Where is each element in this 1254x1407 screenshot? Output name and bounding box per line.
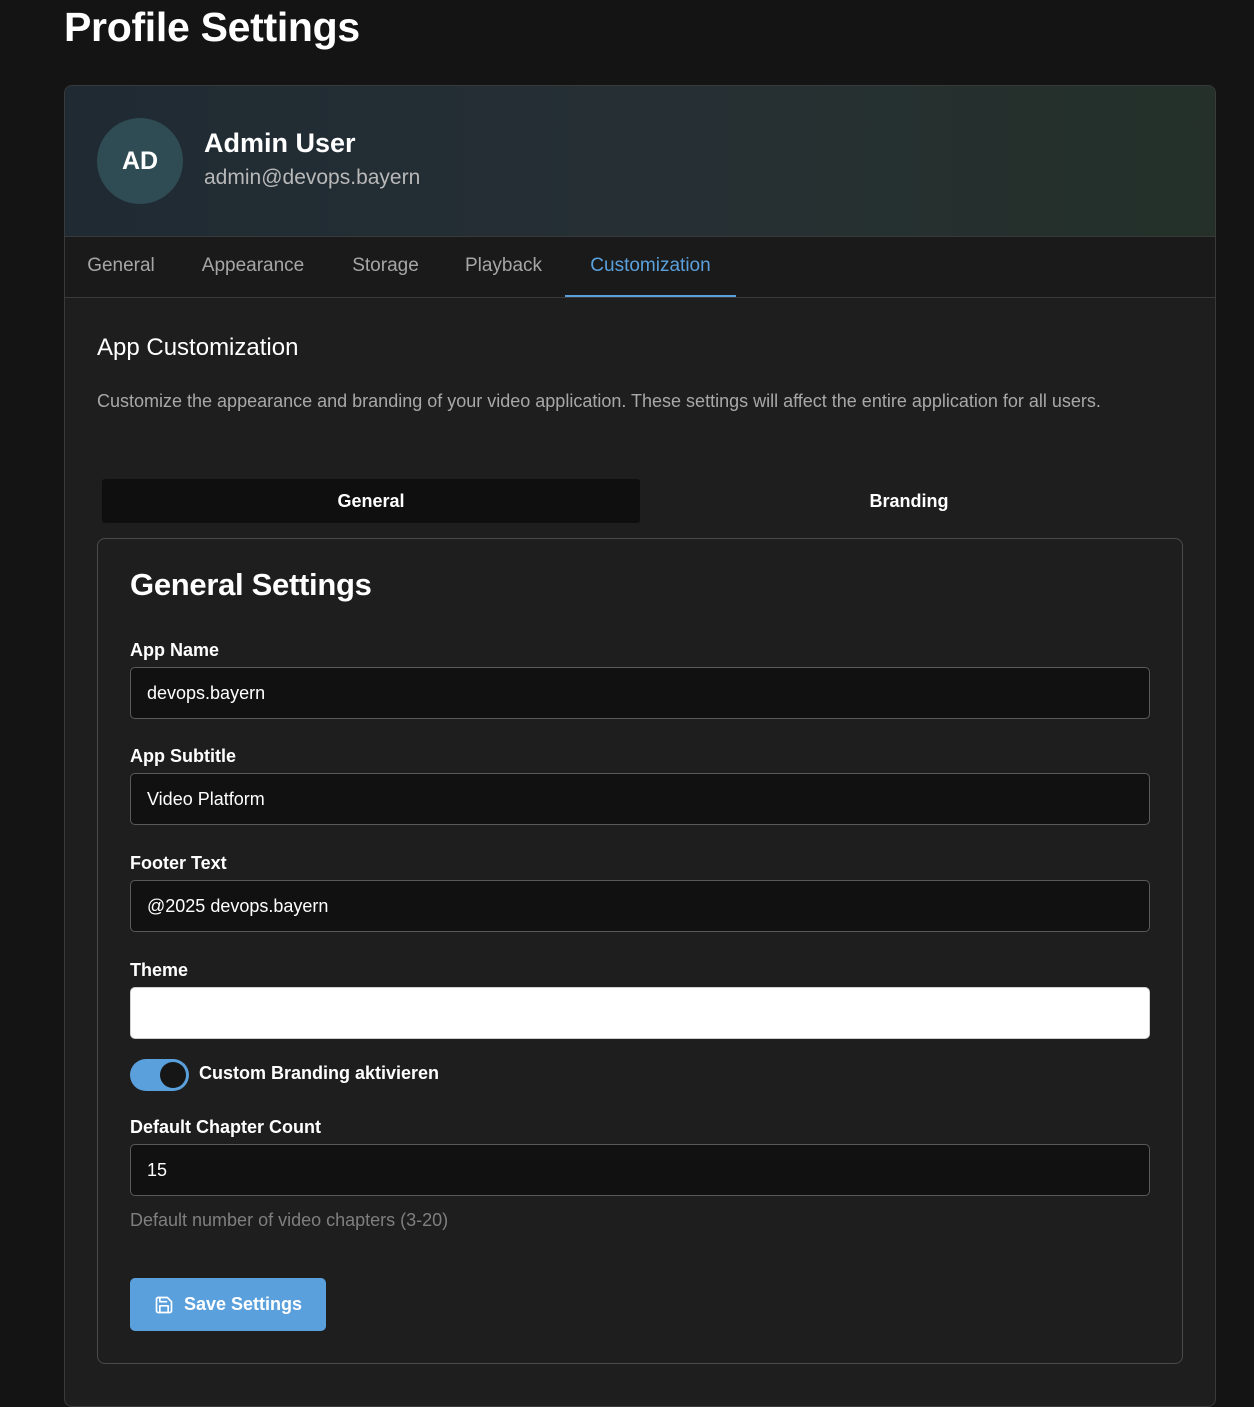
custom-branding-label: Custom Branding aktivieren (199, 1063, 440, 1083)
subtab-branding[interactable]: Branding (640, 479, 1178, 523)
theme-input[interactable] (130, 987, 1150, 1039)
app-subtitle-input[interactable] (130, 773, 1150, 825)
tab-customization[interactable]: Customization (565, 237, 736, 297)
customization-subtabs: General Branding (102, 479, 1178, 523)
save-settings-button[interactable]: Save Settings (130, 1278, 326, 1331)
save-icon (155, 1296, 173, 1313)
general-settings-title: General Settings (130, 567, 372, 602)
tab-general[interactable]: General (65, 237, 177, 297)
chapter-count-label: Default Chapter Count (130, 1117, 321, 1137)
save-settings-label: Save Settings (183, 1294, 303, 1314)
general-settings-card: General Settings App Name App Subtitle F… (97, 538, 1183, 1364)
tab-appearance[interactable]: Appearance (177, 237, 329, 297)
subtab-general[interactable]: General (102, 479, 640, 523)
chapter-count-input[interactable] (130, 1144, 1150, 1196)
app-subtitle-label: App Subtitle (130, 746, 236, 766)
custom-branding-toggle[interactable] (130, 1059, 189, 1091)
tab-storage[interactable]: Storage (329, 237, 442, 297)
tab-playback[interactable]: Playback (442, 237, 565, 297)
footer-text-input[interactable] (130, 880, 1150, 932)
user-email: admin@devops.bayern (204, 166, 421, 189)
settings-tabs: General Appearance Storage Playback Cust… (65, 237, 1215, 298)
avatar: AD (97, 118, 183, 204)
section-description: Customize the appearance and branding of… (97, 391, 1101, 411)
profile-header: AD Admin User admin@devops.bayern (65, 86, 1215, 237)
user-name: Admin User (204, 128, 356, 158)
chapter-count-help: Default number of video chapters (3-20) (130, 1210, 449, 1230)
app-name-label: App Name (130, 640, 220, 660)
page-title: Profile Settings (64, 4, 360, 50)
footer-text-label: Footer Text (130, 853, 227, 873)
toggle-knob (160, 1062, 186, 1088)
section-title: App Customization (97, 334, 299, 361)
theme-label: Theme (130, 960, 189, 980)
profile-card: AD Admin User admin@devops.bayern Genera… (64, 85, 1216, 1407)
app-name-input[interactable] (130, 667, 1150, 719)
